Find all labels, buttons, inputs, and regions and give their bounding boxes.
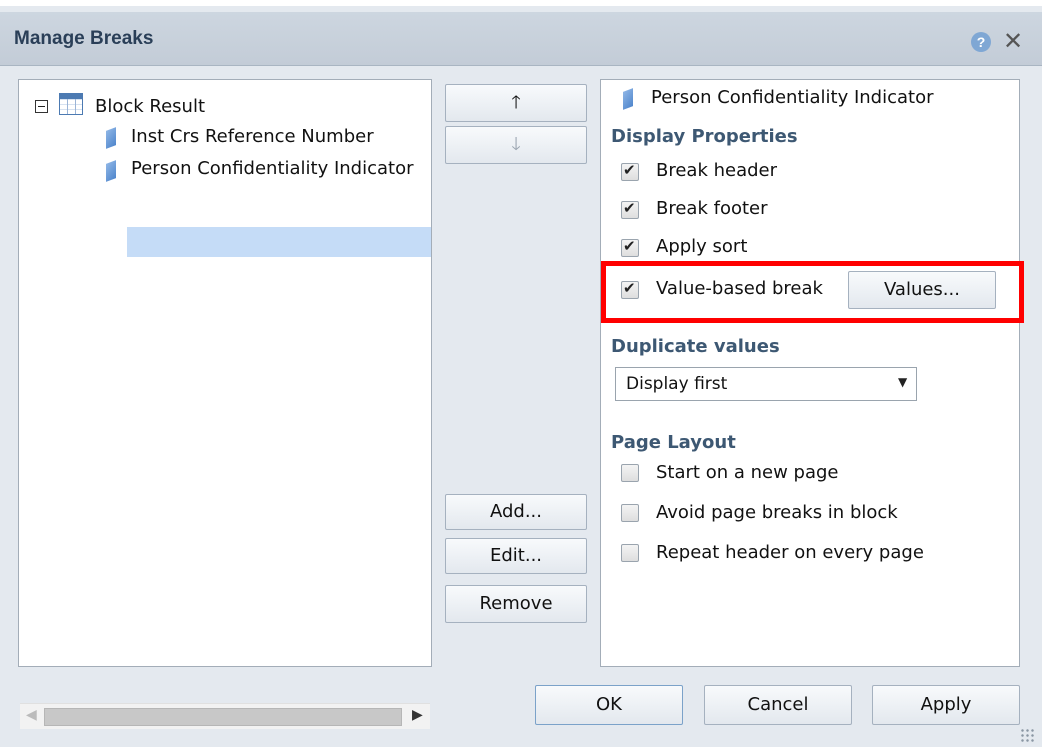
move-up-button[interactable]: 🡑 [445, 84, 587, 122]
close-icon[interactable]: ✕ [1000, 27, 1026, 55]
break-footer-label: Break footer [656, 198, 768, 219]
scroll-left-arrow-icon[interactable]: ◀ [26, 707, 37, 723]
add-button[interactable]: Add... [445, 494, 587, 530]
duplicate-values-selected: Display first [626, 374, 728, 394]
edit-button[interactable]: Edit... [445, 538, 587, 574]
start-on-new-page-label: Start on a new page [656, 462, 839, 483]
resize-grip-icon[interactable] [1020, 728, 1036, 744]
scrollbar-thumb[interactable] [44, 708, 402, 726]
remove-button[interactable]: Remove [445, 585, 587, 623]
scroll-right-arrow-icon[interactable]: ▶ [412, 707, 423, 723]
selected-row-highlight [127, 227, 431, 257]
avoid-page-breaks-label: Avoid page breaks in block [656, 502, 898, 523]
apply-sort-checkbox[interactable] [621, 237, 639, 257]
dialog-title: Manage Breaks [14, 28, 154, 49]
table-icon [59, 93, 83, 115]
cancel-button[interactable]: Cancel [704, 685, 852, 725]
dimension-icon [106, 160, 116, 182]
apply-button[interactable]: Apply [872, 685, 1020, 725]
arrow-down-icon: 🡓 [511, 134, 521, 155]
title-bar[interactable]: Manage Breaks ? ✕ [0, 12, 1042, 66]
repeat-header-label: Repeat header on every page [656, 542, 924, 563]
break-footer-checkbox[interactable] [621, 199, 639, 219]
manage-breaks-dialog: Manage Breaks ? ✕ Block Result Inst Crs … [0, 0, 1042, 747]
tree-item-person-confidentiality-indicator[interactable]: Person Confidentiality Indicator [131, 158, 414, 179]
horizontal-scrollbar[interactable]: ◀ ▶ [20, 703, 430, 729]
arrow-up-icon: 🡑 [511, 92, 521, 113]
collapse-icon[interactable] [35, 100, 48, 113]
display-properties-heading: Display Properties [611, 126, 798, 147]
avoid-page-breaks-checkbox[interactable] [621, 504, 639, 522]
repeat-header-checkbox[interactable] [621, 544, 639, 562]
tree-root-label[interactable]: Block Result [95, 96, 205, 117]
break-header-label: Break header [656, 160, 778, 181]
dropdown-caret-icon: ▼ [898, 375, 908, 389]
selected-object-name: Person Confidentiality Indicator [651, 87, 934, 108]
annotation-highlight-box [601, 261, 1024, 323]
duplicate-values-heading: Duplicate values [611, 336, 780, 357]
page-layout-heading: Page Layout [611, 432, 736, 453]
apply-sort-label: Apply sort [656, 236, 748, 257]
start-on-new-page-checkbox[interactable] [621, 464, 639, 482]
break-header-checkbox[interactable] [621, 161, 639, 181]
help-icon[interactable]: ? [971, 32, 991, 52]
tree-item-inst-crs-reference-number[interactable]: Inst Crs Reference Number [131, 126, 374, 147]
dimension-icon [623, 88, 633, 110]
dimension-icon [106, 127, 116, 149]
move-down-button[interactable]: 🡓 [445, 126, 587, 164]
breaks-tree-panel: Block Result Inst Crs Reference Number P… [18, 79, 432, 729]
duplicate-values-select[interactable]: Display first ▼ [615, 367, 917, 401]
ok-button[interactable]: OK [535, 685, 683, 725]
